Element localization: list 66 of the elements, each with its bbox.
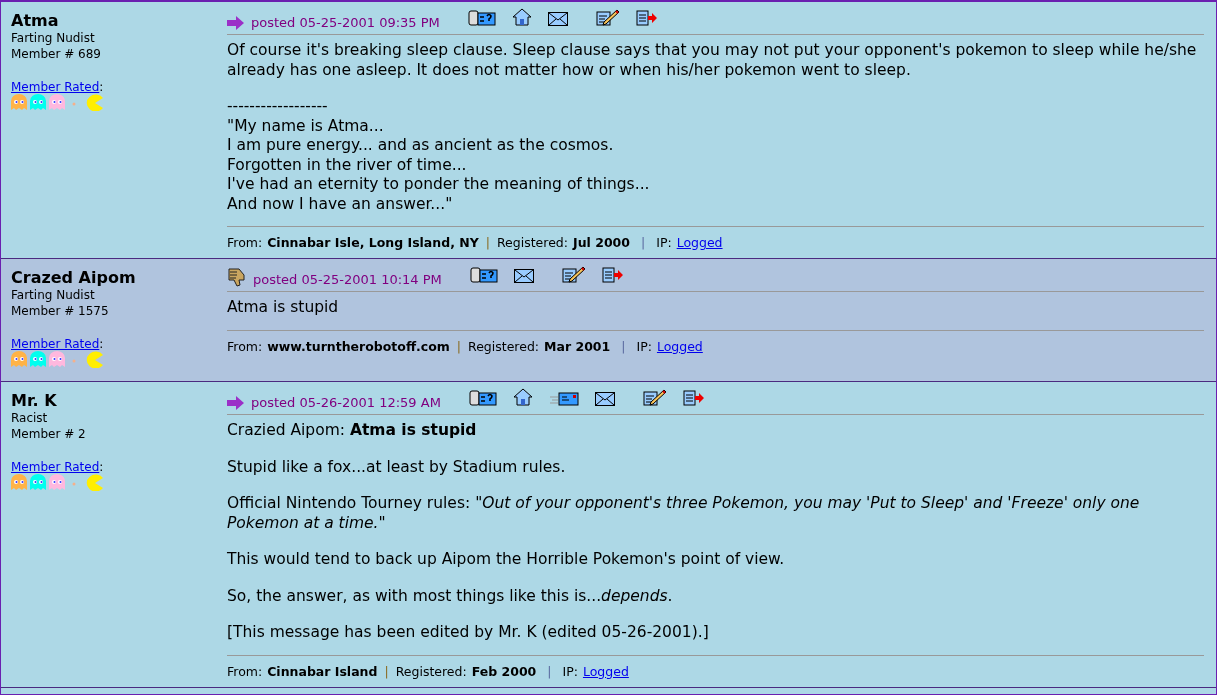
- ip-label: IP:: [656, 235, 672, 250]
- profile-icon[interactable]: [469, 267, 498, 283]
- from-label: From:: [227, 663, 263, 679]
- post-date: posted 05-25-2001 09:35 PM: [251, 15, 440, 30]
- from-label: From:: [227, 235, 263, 250]
- logged-link[interactable]: Logged: [676, 235, 723, 250]
- post-date: posted 05-25-2001 10:14 PM: [253, 272, 442, 287]
- post-paragraph: Atma is stupid: [227, 298, 340, 318]
- registered-label: Registered:: [497, 235, 568, 250]
- post-paragraph: Stupid like a fox...at least by Stadium rules.: [227, 457, 567, 477]
- arrow-icon: [227, 396, 245, 410]
- from-label: From:: [227, 338, 263, 354]
- member-number: Member # 1575: [11, 303, 110, 319]
- colon-text: :: [99, 460, 104, 474]
- post-paragraph: ------------------ "My name is Atma... I am pure energy... and as ancient as the cosmos. Forgotten in the river of time... I've had an eternity to ponder the meaning of things... And now I have an answer...": [227, 97, 651, 214]
- separator: |: [621, 338, 626, 354]
- post-paragraph: Of course it's breaking sleep clause. Sleep clause says that you may not put your opponent's pokemon to sleep while he/she already has one asleep. It does not matter how or when his/her pokemon went to sleep.: [227, 41, 1198, 80]
- post-paragraph: Crazied Aipom: Atma is stupid: [227, 421, 478, 441]
- colon-text: :: [99, 80, 104, 94]
- location-text: Cinnabar Isle, Long Island, NY: [267, 235, 479, 250]
- thumbs-down-icon: [227, 267, 247, 287]
- member-title: Farting Nudist: [11, 287, 96, 303]
- member-number: Member # 689: [11, 46, 102, 62]
- ip-label: IP:: [562, 663, 578, 679]
- separator: |: [384, 663, 389, 679]
- post-date: posted 05-26-2001 12:59 AM: [251, 395, 441, 410]
- profile-icon[interactable]: [467, 10, 496, 26]
- edit-icon[interactable]: [561, 265, 586, 283]
- registered-date: Mar 2001: [544, 338, 611, 354]
- home-icon[interactable]: [511, 8, 532, 26]
- edit-icon[interactable]: [642, 388, 667, 406]
- quote-icon[interactable]: [635, 10, 658, 26]
- registered-label: Registered:: [468, 338, 540, 354]
- arrow-icon: [227, 16, 245, 30]
- email-icon[interactable]: [513, 269, 534, 283]
- logged-link[interactable]: Logged: [582, 663, 629, 679]
- email-icon[interactable]: [594, 392, 615, 406]
- post-paragraph: Official Nintendo Tourney rules: "Out of your opponent's three Pokemon, you may 'Put to Sleep' and 'Freeze' only one Pokemon at a time.": [227, 494, 1141, 533]
- post-paragraph: So, the answer, as with most things like this is...depends.: [227, 586, 674, 606]
- quote-icon[interactable]: [601, 267, 624, 283]
- separator: |: [456, 338, 462, 354]
- email-icon[interactable]: [547, 12, 568, 26]
- message-icon[interactable]: [548, 392, 579, 406]
- author-name: Crazed Aipom: [11, 268, 137, 287]
- ip-label: IP:: [636, 338, 652, 354]
- post-paragraph: This would tend to back up Aipom the Horrible Pokemon's point of view.: [227, 550, 786, 570]
- separator: |: [485, 235, 490, 250]
- registered-date: Jul 2000: [573, 235, 630, 250]
- quote-icon[interactable]: [682, 390, 705, 406]
- author-name: Atma: [11, 11, 60, 30]
- member-number: Member # 2: [11, 426, 87, 442]
- location-text: Cinnabar Island: [267, 663, 378, 679]
- profile-icon[interactable]: [468, 390, 497, 406]
- member-title: Racist: [11, 410, 49, 426]
- post-paragraph: [This message has been edited by Mr. K (edited 05-26-2001).]: [227, 623, 710, 643]
- registered-date: Feb 2000: [471, 663, 537, 679]
- author-name: Mr. K: [11, 391, 58, 410]
- logged-link[interactable]: Logged: [656, 338, 703, 354]
- location-text: www.turntherobotoff.com: [267, 338, 450, 354]
- home-icon[interactable]: [512, 388, 533, 406]
- separator: |: [547, 663, 552, 679]
- registered-label: Registered:: [395, 663, 467, 679]
- colon-text: :: [99, 337, 104, 351]
- edit-icon[interactable]: [595, 8, 620, 26]
- member-title: Farting Nudist: [11, 30, 96, 46]
- separator: |: [641, 235, 646, 250]
